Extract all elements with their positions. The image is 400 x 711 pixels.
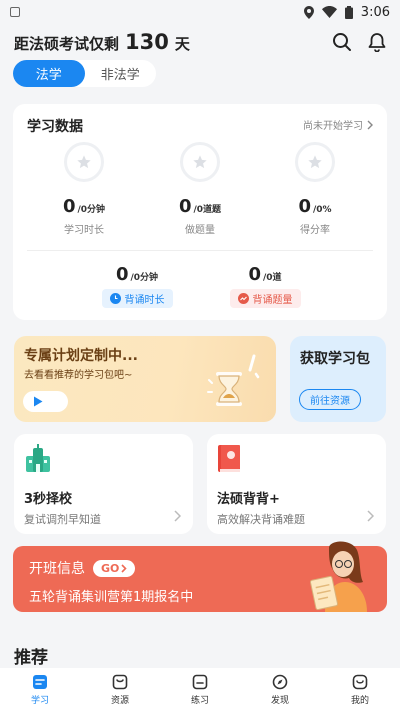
profile-icon xyxy=(352,674,368,689)
plan-title: 专属计划定制中... xyxy=(24,348,138,364)
countdown-prefix: 距法硕考试仅剩 xyxy=(14,35,120,53)
resource-icon xyxy=(112,674,128,689)
exam-countdown: 距法硕考试仅剩 130 天 xyxy=(14,30,190,54)
stat-label: 学习时长 xyxy=(64,225,104,236)
feature-title: 3秒择校 xyxy=(24,492,73,507)
star-icon xyxy=(295,142,335,182)
notification-icon xyxy=(10,7,20,17)
stat-value: 0 xyxy=(178,196,192,217)
teacher-illustration-icon xyxy=(309,541,367,612)
tab-resources[interactable]: 资源 xyxy=(80,668,160,711)
class-info-banner[interactable]: 开班信息 GO 五轮背诵集训营第1期报名中 xyxy=(13,541,387,612)
status-bar: 3:06 xyxy=(0,0,400,24)
chevron-right-icon xyxy=(367,120,373,129)
stat-unit: /0分钟 xyxy=(77,205,106,215)
stat-unit: /0道 xyxy=(262,273,282,283)
stat-label: 得分率 xyxy=(300,225,330,236)
stat-label: 做题量 xyxy=(185,225,215,236)
custom-plan-card[interactable]: 专属计划定制中... 去看看推荐的学习包吧~ xyxy=(14,336,276,422)
feature-subtitle: 复试调剂早知道 xyxy=(24,513,101,526)
chevron-right-icon xyxy=(121,563,128,573)
stat-study-time: 0/0分钟 学习时长 xyxy=(34,142,134,236)
stat-question-count: 0/0道题 做题量 xyxy=(150,142,250,236)
package-title: 获取学习包 xyxy=(300,351,370,367)
study-stats-card: 学习数据 尚未开始学习 0/0分钟 学习时长 0/0道题 做题量 0/0% 得分… xyxy=(13,104,387,320)
stats-title: 学习数据 xyxy=(27,119,83,135)
tag-label: 背诵时长 xyxy=(124,295,165,306)
go-label: GO xyxy=(101,561,120,575)
tab-practice[interactable]: 练习 xyxy=(160,668,240,711)
countdown-days: 130 xyxy=(125,30,169,54)
tag-label: 背诵题量 xyxy=(252,295,293,306)
play-button[interactable] xyxy=(23,391,68,412)
tab-label: 资源 xyxy=(110,695,129,706)
stat-score-rate: 0/0% 得分率 xyxy=(265,142,365,236)
stat-unit: /0% xyxy=(312,205,332,215)
stats-detail-link[interactable]: 尚未开始学习 xyxy=(303,117,373,132)
play-icon xyxy=(34,396,43,407)
major-switch: 法学 非法学 xyxy=(13,60,156,87)
search-icon[interactable] xyxy=(332,32,352,52)
trend-icon xyxy=(237,293,249,304)
recite-count-tag: 背诵题量 xyxy=(229,289,301,308)
study-package-card[interactable]: 获取学习包 前往资源 xyxy=(290,336,386,422)
star-icon xyxy=(64,142,104,182)
school-select-card[interactable]: 3秒择校 复试调剂早知道 xyxy=(14,434,193,534)
book-icon xyxy=(218,445,240,472)
wifi-icon xyxy=(321,6,337,18)
tab-discover[interactable]: 发现 xyxy=(240,668,320,711)
switch-option-non-law[interactable]: 非法学 xyxy=(85,60,157,87)
bottom-tab-bar: 学习 资源 练习 发现 我的 xyxy=(0,668,400,711)
tab-label: 我的 xyxy=(350,695,369,706)
recite-time-tag: 背诵时长 xyxy=(101,289,173,308)
stat-unit: /0分钟 xyxy=(130,273,159,283)
banner-subtitle: 五轮背诵集训营第1期报名中 xyxy=(29,590,194,605)
stat-value: 0 xyxy=(248,264,261,285)
tab-label: 学习 xyxy=(30,695,49,706)
stat-recite-count: 0/0道 背诵题量 xyxy=(205,264,325,308)
discover-icon xyxy=(272,674,288,689)
stat-value: 0 xyxy=(62,196,76,217)
recommend-section-title: 推荐 xyxy=(14,648,48,668)
recite-plus-card[interactable]: 法硕背背+ 高效解决背诵难题 xyxy=(207,434,386,534)
stat-unit: /0道题 xyxy=(193,205,222,215)
school-building-icon xyxy=(26,444,50,472)
switch-option-law[interactable]: 法学 xyxy=(13,60,85,87)
banner-title: 开班信息 xyxy=(29,561,85,577)
go-to-resources-button[interactable]: 前往资源 xyxy=(299,389,361,410)
feature-title: 法硕背背+ xyxy=(217,492,280,507)
countdown-suffix: 天 xyxy=(174,35,190,53)
chevron-right-icon xyxy=(367,510,374,522)
location-icon xyxy=(303,5,314,19)
tab-label: 练习 xyxy=(190,695,209,706)
tab-label: 发现 xyxy=(270,695,289,706)
stat-recite-time: 0/0分钟 背诵时长 xyxy=(77,264,197,308)
bell-icon[interactable] xyxy=(368,32,386,52)
stats-link-label: 尚未开始学习 xyxy=(303,121,363,132)
divider xyxy=(27,250,373,251)
feature-subtitle: 高效解决背诵难题 xyxy=(217,513,305,526)
clock-icon xyxy=(109,293,121,304)
hourglass-icon xyxy=(207,354,260,406)
plan-subtitle: 去看看推荐的学习包吧~ xyxy=(24,370,133,381)
study-icon xyxy=(33,674,47,689)
practice-icon xyxy=(192,674,208,689)
tab-profile[interactable]: 我的 xyxy=(320,668,400,711)
tab-study[interactable]: 学习 xyxy=(0,668,80,711)
status-time: 3:06 xyxy=(360,4,390,20)
star-icon xyxy=(180,142,220,182)
stat-value: 0 xyxy=(115,264,129,285)
header: 距法硕考试仅剩 130 天 xyxy=(14,28,386,56)
chevron-right-icon xyxy=(174,510,181,522)
stat-value: 0 xyxy=(298,196,311,217)
battery-icon xyxy=(344,5,353,19)
go-button[interactable]: GO xyxy=(93,559,136,577)
